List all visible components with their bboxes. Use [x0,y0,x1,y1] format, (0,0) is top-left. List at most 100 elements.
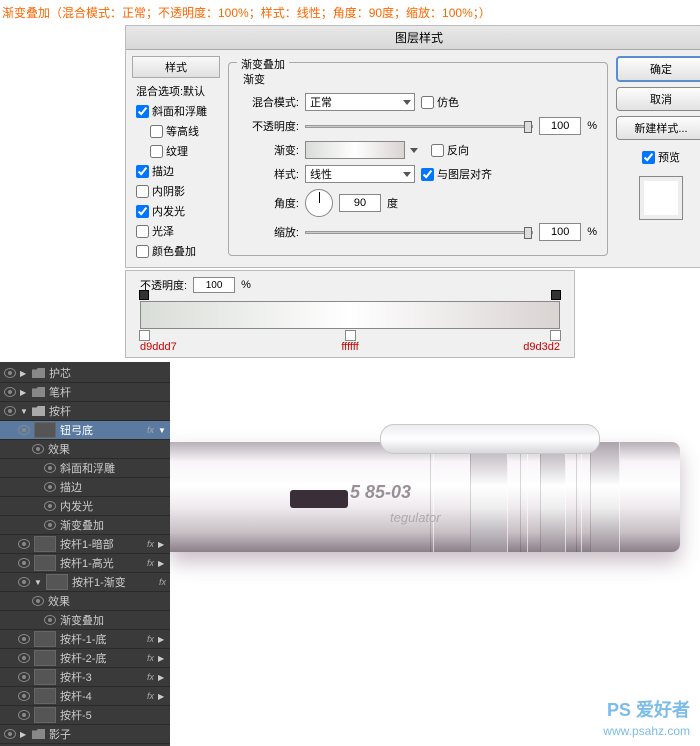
eye-icon[interactable] [18,425,30,435]
eye-icon[interactable] [18,653,30,663]
blend-mode-combo[interactable]: 正常 [305,93,415,111]
layer-effects2[interactable]: 效果 [0,592,170,611]
layer-angan[interactable]: ▼按杆 [0,402,170,421]
eye-icon[interactable] [44,463,56,473]
eye-icon[interactable] [44,482,56,492]
eye-icon[interactable] [18,539,30,549]
new-style-button[interactable]: 新建样式... [616,116,700,140]
fx-inner-glow[interactable]: 内发光 [0,497,170,516]
group-title: 渐变叠加 [237,56,289,72]
eye-icon[interactable] [18,558,30,568]
opacity-input[interactable] [539,117,581,135]
cancel-button[interactable]: 取消 [616,87,700,111]
styles-list: 样式 混合选项:默认 斜面和浮雕 等高线 纹理 描边 内阴影 内发光 光泽 颜色… [132,56,220,261]
style-label: 样式: [239,166,299,182]
layer-angan1-di[interactable]: 按杆-1-底fx▶ [0,630,170,649]
style-inner-shadow[interactable]: 内阴影 [132,181,220,201]
style-stroke[interactable]: 描边 [132,161,220,181]
layer-effects[interactable]: 效果 [0,440,170,459]
layer-style-dialog: 图层样式 样式 混合选项:默认 斜面和浮雕 等高线 纹理 描边 内阴影 内发光 … [125,25,700,268]
layer-angan2-di[interactable]: 按杆-2-底fx▶ [0,649,170,668]
angle-input[interactable] [339,194,381,212]
ge-pct: % [241,279,251,291]
stop-label-2: d9d3d2 [523,341,560,353]
layer-angan1-dark[interactable]: 按杆1-暗部fx▶ [0,535,170,554]
preview-swatch [639,176,683,220]
reverse-check[interactable]: 反向 [431,142,469,158]
contour-check[interactable] [150,125,163,138]
layer-angan3[interactable]: 按杆-3fx▶ [0,668,170,687]
styles-header: 样式 [132,56,220,78]
opacity-stop-right[interactable] [551,290,561,300]
ok-button[interactable]: 确定 [616,56,700,82]
dialog-buttons: 确定 取消 新建样式... 预览 [616,56,700,261]
layer-niugdi[interactable]: 钮弓底fx▼ [0,421,170,440]
style-blend-default[interactable]: 混合选项:默认 [132,81,220,101]
layers-panel: ▶护芯 ▶笔杆 ▼按杆 钮弓底fx▼ 效果 斜面和浮雕 描边 内发光 渐变叠加 … [0,362,170,746]
style-inner-glow[interactable]: 内发光 [132,201,220,221]
blend-label: 混合模式: [239,94,299,110]
style-texture[interactable]: 纹理 [132,141,220,161]
eye-icon[interactable] [44,615,56,625]
pen-clip [380,424,600,454]
dither-check[interactable]: 仿色 [421,94,459,110]
eye-icon[interactable] [32,444,44,454]
eye-icon[interactable] [4,387,16,397]
eye-icon[interactable] [18,577,30,587]
opacity-stop-left[interactable] [139,290,149,300]
scale-label: 缩放: [239,224,299,240]
color-stop-0[interactable] [139,330,150,341]
eye-icon[interactable] [44,520,56,530]
eye-icon[interactable] [4,368,16,378]
align-check[interactable]: 与图层对齐 [421,166,492,182]
scale-slider[interactable] [305,231,533,234]
inner-shadow-check[interactable] [136,185,149,198]
eye-icon[interactable] [18,634,30,644]
gradient-well[interactable] [305,141,405,159]
pen-label: tegulator [390,510,441,525]
stroke-check[interactable] [136,165,149,178]
watermark-2: www.psahz.com [603,724,690,738]
style-combo[interactable]: 线性 [305,165,415,183]
satin-check[interactable] [136,225,149,238]
texture-check[interactable] [150,145,163,158]
top-annotation: 渐变叠加（混合模式：正常；不透明度：100%；样式：线性；角度：90度；缩放：1… [0,0,700,25]
style-satin[interactable]: 光泽 [132,221,220,241]
fx-stroke[interactable]: 描边 [0,478,170,497]
color-stop-2[interactable] [550,330,561,341]
eye-icon[interactable] [32,596,44,606]
eye-icon[interactable] [4,729,16,739]
layer-huxin[interactable]: ▶护芯 [0,364,170,383]
gradient-strip[interactable] [140,301,560,329]
layer-angan5[interactable]: 按杆-5 [0,706,170,725]
eye-icon[interactable] [44,501,56,511]
eye-icon[interactable] [18,691,30,701]
layer-angan1-grad[interactable]: ▼按杆1-渐变fx [0,573,170,592]
eye-icon[interactable] [18,672,30,682]
layer-angan4[interactable]: 按杆-4fx▶ [0,687,170,706]
slot-1 [290,490,348,508]
style-bevel[interactable]: 斜面和浮雕 [132,101,220,121]
layer-shadow[interactable]: ▶影子 [0,725,170,744]
eye-icon[interactable] [4,406,16,416]
bevel-check[interactable] [136,105,149,118]
inner-glow-check[interactable] [136,205,149,218]
style-color-overlay[interactable]: 颜色叠加 [132,241,220,261]
ge-opacity-input[interactable] [193,277,235,293]
dialog-title: 图层样式 [126,26,700,50]
fx-grad-overlay[interactable]: 渐变叠加 [0,516,170,535]
angle-dial[interactable] [305,189,333,217]
fx-bevel[interactable]: 斜面和浮雕 [0,459,170,478]
style-contour[interactable]: 等高线 [132,121,220,141]
fx-grad-overlay2[interactable]: 渐变叠加 [0,611,170,630]
layer-angan1-high[interactable]: 按杆1-高光fx▶ [0,554,170,573]
gradient-label: 渐变: [239,142,299,158]
color-stop-1[interactable] [345,330,356,341]
layer-bigan[interactable]: ▶笔杆 [0,383,170,402]
angle-label: 角度: [239,195,299,211]
eye-icon[interactable] [18,710,30,720]
opacity-slider[interactable] [305,125,533,128]
color-overlay-check[interactable] [136,245,149,258]
preview-check[interactable]: 预览 [616,149,700,165]
scale-input[interactable] [539,223,581,241]
